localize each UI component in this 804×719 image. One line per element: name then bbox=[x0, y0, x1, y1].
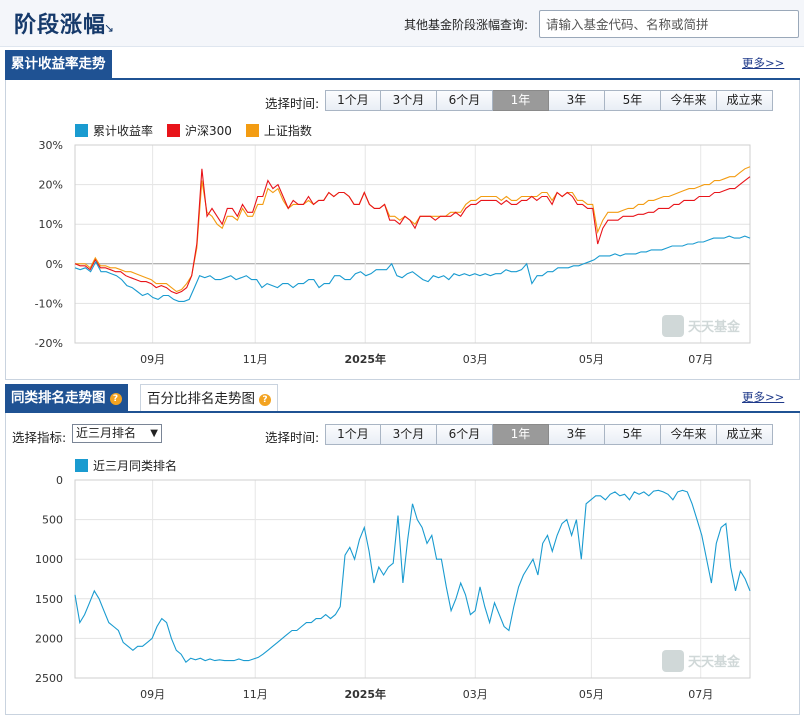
x-tick-label: 09月 bbox=[140, 353, 165, 366]
range-button-3[interactable]: 1年 bbox=[493, 424, 549, 445]
watermark-logo: 天天基金 bbox=[662, 315, 741, 337]
y-tick-label: 2500 bbox=[35, 672, 63, 685]
x-tick-label: 03月 bbox=[463, 688, 488, 701]
x-tick-label: 05月 bbox=[579, 688, 604, 701]
x-tick-label: 05月 bbox=[579, 353, 604, 366]
y-tick-label: -10% bbox=[35, 297, 63, 310]
plot-border bbox=[74, 144, 751, 344]
series-line bbox=[74, 489, 751, 664]
range-button-6[interactable]: 今年来 bbox=[661, 424, 717, 445]
section-title-cumulative-return: 累计收益率走势 bbox=[5, 50, 112, 78]
plot-border bbox=[74, 479, 751, 679]
fund-search-label: 其他基金阶段涨幅查询: bbox=[404, 18, 529, 32]
y-tick-label: 1000 bbox=[35, 553, 63, 566]
x-tick-label: 03月 bbox=[463, 353, 488, 366]
y-tick-label: 1500 bbox=[35, 593, 63, 606]
y-tick-label: 10% bbox=[39, 218, 63, 231]
watermark-icon bbox=[662, 650, 684, 672]
more-link-ranking[interactable]: 更多>> bbox=[742, 389, 784, 405]
y-tick-label: 30% bbox=[39, 139, 63, 152]
help-icon[interactable]: ? bbox=[109, 393, 122, 405]
range-button-2[interactable]: 6个月 bbox=[437, 424, 493, 445]
series-line bbox=[74, 168, 751, 295]
fund-search-input[interactable] bbox=[539, 10, 799, 38]
range-button-2[interactable]: 6个月 bbox=[437, 90, 493, 111]
range-button-1[interactable]: 3个月 bbox=[381, 90, 437, 111]
range-button-3[interactable]: 1年 bbox=[493, 90, 549, 111]
collapse-arrow-icon[interactable]: ↘ bbox=[104, 21, 114, 35]
cumulative-return-chart: 30% 20% 10% 0% -10% -20% 09月 11月 2025年 03月 05月 07月 天… bbox=[35, 139, 751, 366]
watermark-logo: 天天基金 bbox=[662, 650, 741, 672]
page-title: 阶段涨幅 bbox=[14, 13, 107, 38]
range-button-7[interactable]: 成立来 bbox=[717, 424, 773, 445]
range-button-6[interactable]: 今年来 bbox=[661, 90, 717, 111]
peer-ranking-chart: 0 500 1000 1500 2000 2500 09月 11月 2025年 03月 05月 07月… bbox=[35, 474, 751, 701]
time-range-selector: 1个月 3个月 6个月 1年 3年 5年 今年来 成立来 bbox=[325, 424, 773, 445]
series-line bbox=[75, 166, 751, 293]
tab-peer-ranking-label: 同类排名走势图 bbox=[11, 390, 106, 406]
range-button-1[interactable]: 3个月 bbox=[381, 424, 437, 445]
x-tick-label: 11月 bbox=[243, 688, 268, 701]
range-button-0[interactable]: 1个月 bbox=[325, 424, 381, 445]
time-range-selector: 1个月 3个月 6个月 1年 3年 5年 今年来 成立来 bbox=[325, 90, 773, 111]
y-tick-label: 0% bbox=[46, 258, 63, 271]
tab-percentile-ranking-label: 百分比排名走势图 bbox=[147, 391, 255, 407]
watermark-text: 天天基金 bbox=[688, 654, 741, 670]
range-button-5[interactable]: 5年 bbox=[605, 90, 661, 111]
watermark-icon bbox=[662, 315, 684, 337]
watermark-text: 天天基金 bbox=[688, 319, 741, 335]
range-button-7[interactable]: 成立来 bbox=[717, 90, 773, 111]
help-icon[interactable]: ? bbox=[259, 394, 271, 406]
y-tick-label: 20% bbox=[39, 179, 63, 192]
range-button-0[interactable]: 1个月 bbox=[325, 90, 381, 111]
y-tick-label: 0 bbox=[56, 474, 63, 487]
x-tick-label: 09月 bbox=[140, 688, 165, 701]
x-tick-label: 11月 bbox=[243, 353, 268, 366]
range-button-5[interactable]: 5年 bbox=[605, 424, 661, 445]
time-range-label: 选择时间: bbox=[265, 430, 320, 445]
indicator-select[interactable]: 近三月排名 ▼ bbox=[72, 424, 162, 443]
y-tick-label: 2000 bbox=[35, 632, 63, 645]
x-tick-label: 2025年 bbox=[344, 687, 386, 701]
indicator-select-value: 近三月排名 bbox=[76, 426, 137, 440]
x-tick-label: 07月 bbox=[688, 353, 713, 366]
tab-peer-ranking[interactable]: 同类排名走势图? bbox=[5, 384, 128, 412]
more-link-returns[interactable]: 更多>> bbox=[742, 55, 784, 71]
y-tick-label: -20% bbox=[35, 337, 63, 350]
y-tick-label: 500 bbox=[42, 514, 63, 527]
range-button-4[interactable]: 3年 bbox=[549, 424, 605, 445]
x-tick-label: 07月 bbox=[688, 688, 713, 701]
tab-percentile-ranking[interactable]: 百分比排名走势图? bbox=[140, 384, 278, 412]
indicator-label: 选择指标: bbox=[12, 430, 67, 445]
chevron-down-icon: ▼ bbox=[150, 428, 158, 439]
time-range-label: 选择时间: bbox=[265, 96, 320, 111]
range-button-4[interactable]: 3年 bbox=[549, 90, 605, 111]
x-tick-label: 2025年 bbox=[344, 352, 386, 366]
